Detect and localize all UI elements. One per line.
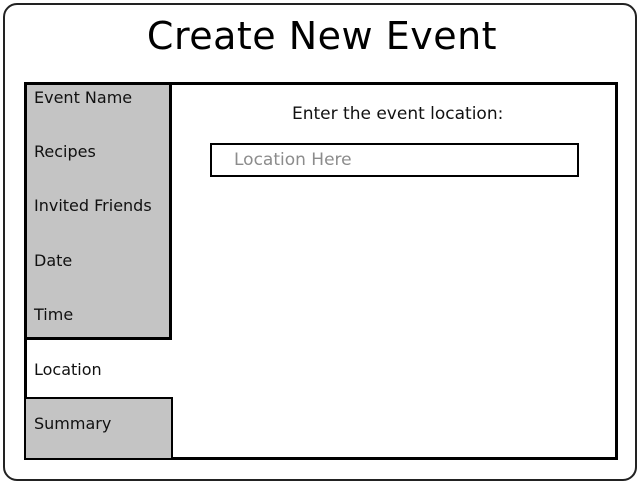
location-prompt-label: Enter the event location: (292, 104, 504, 124)
sidebar-item-invited-friends[interactable]: Invited Friends (34, 196, 152, 215)
page-title: Create New Event (146, 14, 498, 58)
sidebar-item-date[interactable]: Date (34, 251, 72, 270)
sidebar-item-location[interactable]: Location (34, 360, 102, 379)
sidebar-item-time[interactable]: Time (34, 305, 73, 324)
sidebar-item-recipes[interactable]: Recipes (34, 142, 96, 161)
location-input[interactable] (210, 143, 579, 177)
sidebar-item-summary[interactable]: Summary (34, 414, 111, 433)
sidebar-item-event-name[interactable]: Event Name (34, 88, 132, 107)
